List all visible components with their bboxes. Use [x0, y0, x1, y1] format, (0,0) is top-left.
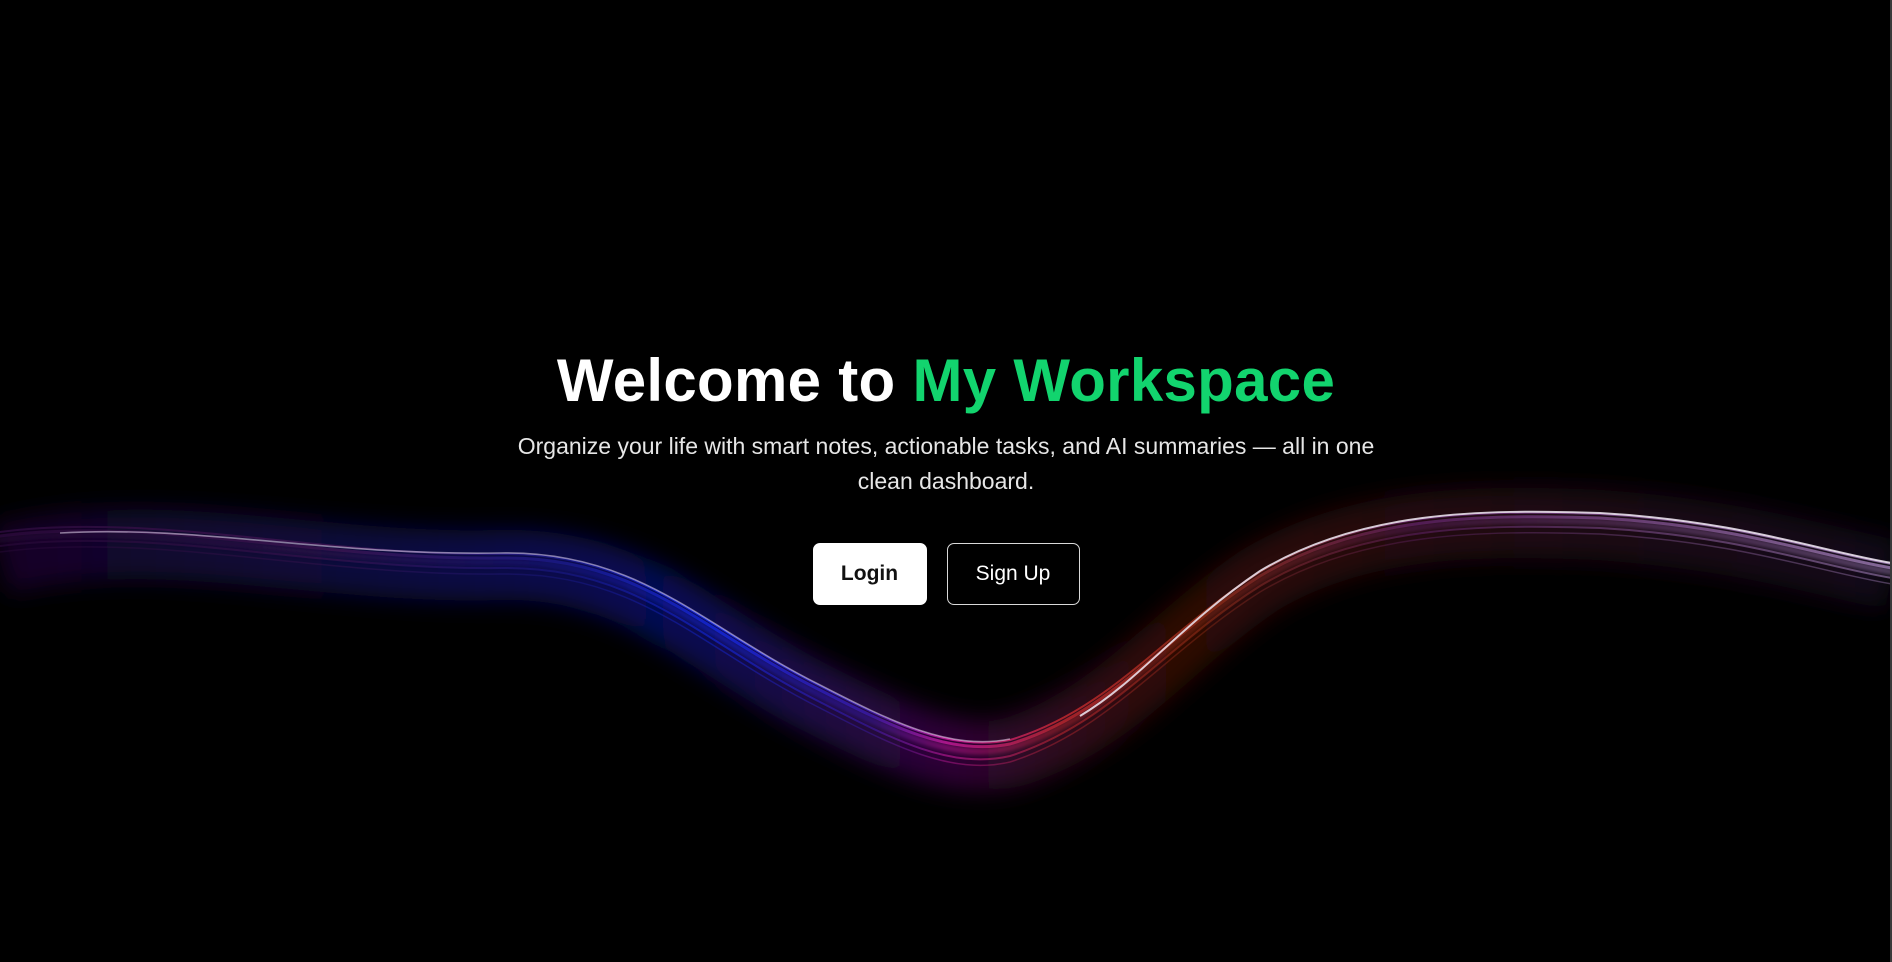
page-title: Welcome to My Workspace [0, 345, 1892, 417]
hero-section: Welcome to My Workspace Organize your li… [0, 345, 1892, 605]
title-accent: My Workspace [912, 347, 1336, 414]
title-prefix: Welcome to [556, 347, 913, 414]
landing-page: Welcome to My Workspace Organize your li… [0, 0, 1892, 962]
hero-actions: Login Sign Up [0, 543, 1892, 605]
login-button[interactable]: Login [812, 543, 927, 605]
sign-up-button[interactable]: Sign Up [946, 543, 1080, 605]
hero-subtitle: Organize your life with smart notes, act… [517, 433, 1375, 494]
